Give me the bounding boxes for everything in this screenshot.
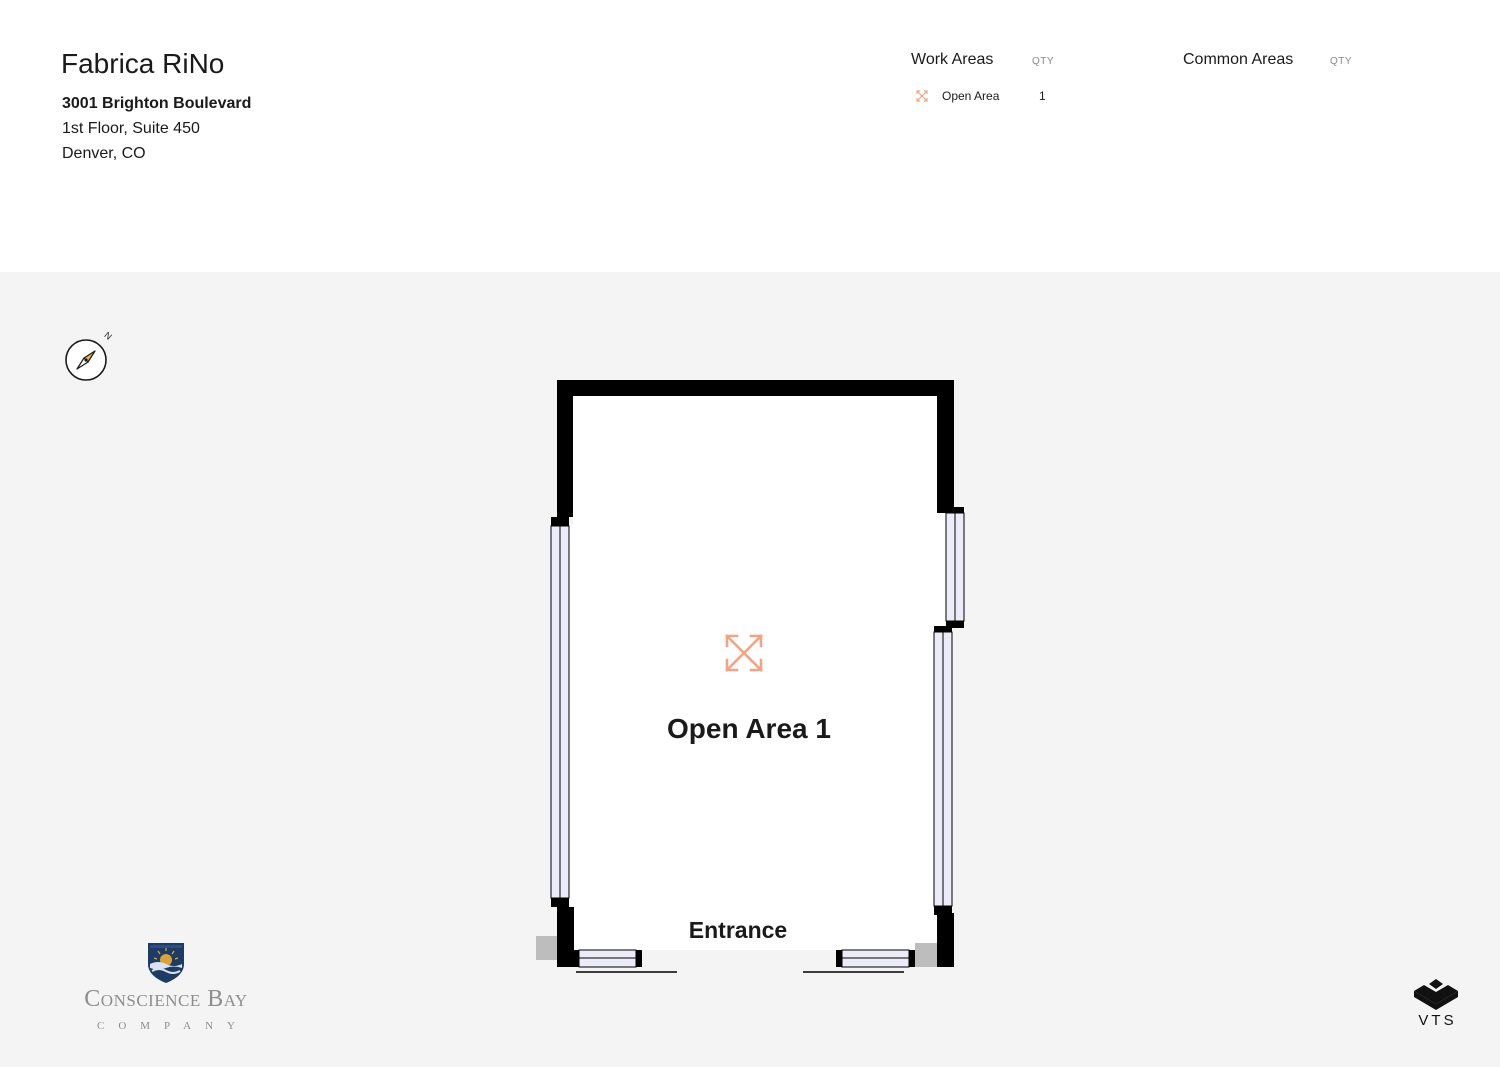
logo-company-sub: COMPANY [96,1020,249,1032]
open-area-room[interactable] [557,396,948,950]
entrance-label: Entrance [689,917,787,943]
vts-logo-text: VTS [1418,1012,1457,1029]
vts-logo: VTS [1408,976,1464,1032]
floor-plan: Open Area 1 Entrance [536,380,965,973]
logo-company-name: Conscience Bay [84,986,248,1012]
room-label: Open Area 1 [667,713,831,744]
conscience-bay-logo: Conscience Bay COMPANY [58,938,274,1038]
vts-logo-icon [1414,979,1458,1010]
shield-icon [148,943,184,983]
